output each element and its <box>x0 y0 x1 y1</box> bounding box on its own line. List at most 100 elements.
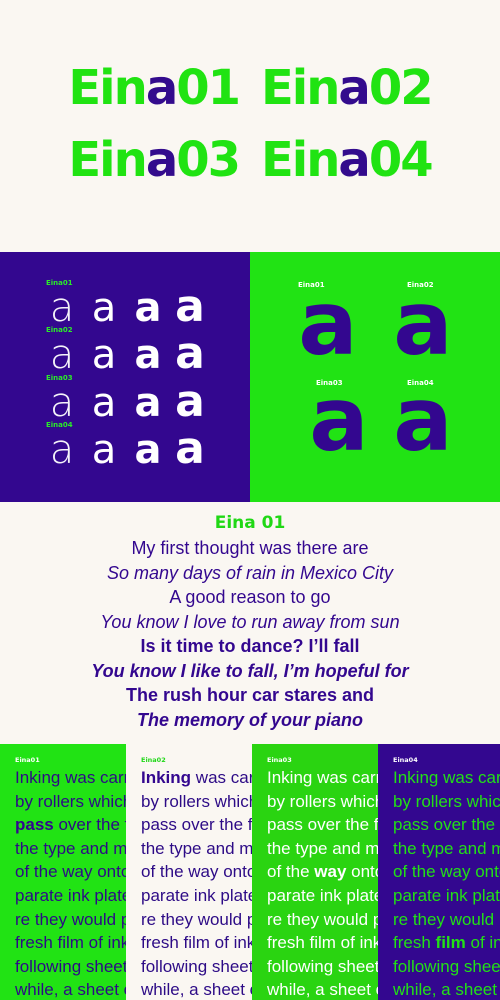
verse-line: The rush hour car stares and <box>125 685 375 705</box>
column-line: the type and m <box>141 837 252 861</box>
column-line: Inking was carr <box>141 766 252 790</box>
glyph-a: a <box>175 328 205 379</box>
column-line: pass over the fa <box>141 813 252 837</box>
column-line: fresh film of ink <box>15 931 126 955</box>
column-text: Inking was carr by rollers which pass over… <box>267 766 380 1000</box>
glyph-a: a <box>175 376 205 427</box>
column-line-text: was carr <box>195 768 252 787</box>
column-line: by rollers which <box>393 790 500 814</box>
column-line: of the way onto <box>393 860 500 884</box>
column-line-text: pass over the fa <box>141 815 252 835</box>
column-line: while, a sheet o <box>141 978 252 1000</box>
glyph-a: a <box>49 427 75 473</box>
column-line: the type and m <box>393 837 500 861</box>
column-line: of the way onto <box>141 860 252 884</box>
glyph-a: a <box>134 285 162 331</box>
column-line-text: of the way onto <box>15 862 126 882</box>
column-line-text: following sheet <box>15 956 126 976</box>
verse-line: The memory of your piano <box>136 709 364 730</box>
column-line: following sheet <box>267 955 380 979</box>
column-line: by rollers which <box>141 790 252 814</box>
glyph-a: a <box>134 380 162 426</box>
hero-word-accent: a <box>338 60 370 116</box>
column-line-text: while, a sheet o <box>141 980 252 1000</box>
column-line-text: while, a sheet o <box>267 980 380 1000</box>
verse-line: Is it time to dance? I’ll fall <box>140 636 360 656</box>
column-line-text: pass over the fa <box>267 815 380 835</box>
big-glyph-panel: Eina01 Eina02 a a Eina03 Eina04 a a <box>250 252 500 502</box>
column-line-text: parate ink plate <box>267 885 380 905</box>
column-line-text: by rollers which <box>267 791 380 811</box>
column-line: fresh film of ink <box>267 931 380 955</box>
hero-word-accent: a <box>338 132 370 188</box>
column-line-text: the type and m <box>267 838 380 858</box>
hero-word: Eina02 <box>261 60 434 116</box>
verse-line: So many days of rain in Mexico City <box>106 562 394 583</box>
column-text: Inking was carrby rollers which pass over… <box>141 766 252 1000</box>
column-line-text: the type and m <box>15 838 126 858</box>
column-line-text: by rollers which <box>15 791 126 811</box>
column-line-text: re they would p <box>15 909 126 929</box>
column-line: Inking was carr <box>267 766 380 790</box>
column-text: Inking was carrby rollers whichpass over… <box>393 766 500 1000</box>
glyph-a: a <box>49 380 75 426</box>
big-glyph-a: a <box>393 272 453 375</box>
hero-row-2: Eina03 Eina04 <box>0 136 500 184</box>
column-line-text: re they would p <box>267 909 380 929</box>
column-highlight-word: pass <box>15 815 54 835</box>
column-line: Inking was carr <box>393 766 500 790</box>
glyph-row: a a a a <box>42 285 212 331</box>
column-line-text: fresh <box>393 933 436 953</box>
column-line: of the way onto <box>15 860 126 884</box>
hero-word-num: 03 <box>176 132 241 188</box>
column-line: following sheet <box>141 955 252 979</box>
glyph-a: a <box>134 332 162 378</box>
hero-word: Eina03 <box>68 132 241 188</box>
glyph-a: a <box>91 427 117 473</box>
column-line-text: re they would p <box>141 909 252 929</box>
glyph-a: a <box>49 285 75 331</box>
big-glyph-a: a <box>298 272 358 375</box>
specimen-column-eina02: Eina02 Inking was carrby rollers which pa… <box>126 744 252 1000</box>
column-line: Inking was carr <box>15 766 126 790</box>
glyph-row: a a a a <box>42 328 212 379</box>
column-line-text: Inking was carr <box>267 768 380 787</box>
column-line-text: of the way onto <box>141 862 252 882</box>
column-line-text: fresh film of ink <box>141 933 252 953</box>
column-line-text: of the <box>267 862 315 882</box>
verse-line: A good reason to go <box>169 587 331 607</box>
column-line: of the way onto <box>267 860 380 884</box>
column-label: Eina02 <box>141 756 166 764</box>
column-line: fresh film of ink <box>141 931 252 955</box>
glyph-a: a <box>49 332 75 378</box>
column-line-text: parate ink plate <box>141 885 252 905</box>
hero-row-1: Eina01 Eina02 <box>0 64 500 112</box>
column-line-text: while, a sheet o <box>15 980 126 1000</box>
column-label: Eina01 <box>15 756 40 764</box>
hero-word-accent: a <box>145 60 178 116</box>
glyph-a: a <box>91 285 117 331</box>
weights-panel: Eina01 a a a a Eina02 a a a a Eina03 a a… <box>0 252 250 502</box>
column-line: parate ink plate <box>15 884 126 908</box>
column-line: parate ink plate <box>141 884 252 908</box>
column-line: re they would p <box>267 908 380 932</box>
specimen-column-eina01: Eina01 Inking was carr by rollers which pa… <box>0 744 126 1000</box>
column-line: fresh film of ink <box>393 931 500 955</box>
column-line-text: following sheet <box>267 956 380 976</box>
column-line: while, a sheet o <box>15 978 126 1000</box>
column-line-text: by rollers which <box>141 791 252 811</box>
column-line-text: the type and m <box>393 838 500 858</box>
column-line: re they would p <box>141 908 252 932</box>
specimen-column-eina03: Eina03 Inking was carr by rollers which pa… <box>252 744 380 1000</box>
column-line: re they would p <box>393 908 500 932</box>
column-line-text: parate ink plate <box>15 885 126 905</box>
column-line-text: following sheet <box>141 956 252 976</box>
column-line-text: the type and m <box>141 838 252 858</box>
glyph-a: a <box>91 380 117 426</box>
column-line: by rollers which <box>15 790 126 814</box>
column-line-text: by rollers which <box>393 791 500 811</box>
hero-word-pre: Ein <box>261 132 340 188</box>
column-line: re they would p <box>15 908 126 932</box>
column-line: pass over the fa <box>393 813 500 837</box>
column-highlight-word: way <box>314 862 347 882</box>
